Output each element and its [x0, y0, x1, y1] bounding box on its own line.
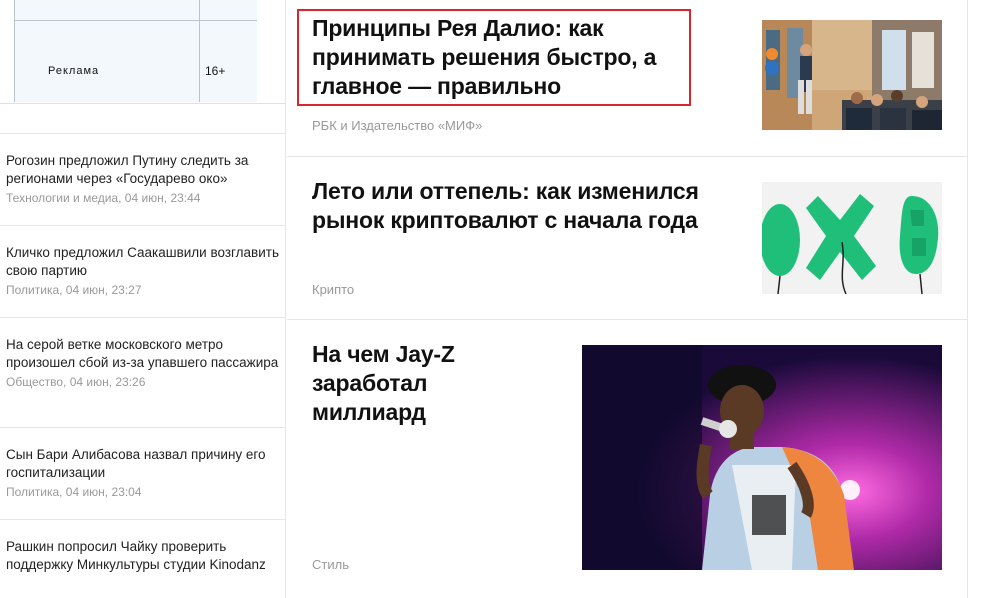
- article-thumbnail[interactable]: [582, 345, 942, 570]
- news-feed: Рогозин предложил Путину следить за реги…: [0, 133, 286, 598]
- news-item[interactable]: Рашкин попросил Чайку проверить поддержк…: [0, 520, 286, 598]
- news-meta: Политика, 04 июн, 23:27: [6, 283, 142, 297]
- article-source[interactable]: Стиль: [312, 557, 349, 572]
- article-card[interactable]: Принципы Рея Далио: как принимать решени…: [287, 0, 967, 157]
- main-feed: Принципы Рея Далио: как принимать решени…: [287, 0, 967, 598]
- office-presentation-image: [762, 20, 942, 130]
- article-title[interactable]: На чем Jay-Z заработал миллиард: [312, 340, 512, 427]
- article-thumbnail[interactable]: [762, 20, 942, 130]
- article-thumbnail[interactable]: [762, 182, 942, 294]
- news-title[interactable]: Сын Бари Алибасова назвал причину его го…: [6, 446, 280, 482]
- news-meta: Технологии и медиа, 04 июн, 23:44: [6, 191, 201, 205]
- left-sidebar: Реклама 16+ Рогозин предложил Путину сле…: [0, 0, 286, 598]
- news-item[interactable]: Рогозин предложил Путину следить за реги…: [0, 134, 286, 226]
- news-title[interactable]: Кличко предложил Саакашвили возглавить с…: [6, 244, 280, 280]
- news-item[interactable]: Кличко предложил Саакашвили возглавить с…: [0, 226, 286, 318]
- news-item[interactable]: Сын Бари Алибасова назвал причину его го…: [0, 428, 286, 520]
- news-meta: Общество, 04 июн, 23:26: [6, 375, 146, 389]
- article-card[interactable]: Лето или оттепель: как изменился рынок к…: [287, 158, 967, 320]
- divider: [0, 103, 286, 104]
- news-item[interactable]: На серой ветке московского метро произош…: [0, 318, 286, 428]
- article-card[interactable]: На чем Jay-Z заработал миллиард Стиль: [287, 321, 967, 598]
- news-title[interactable]: Рогозин предложил Путину следить за реги…: [6, 152, 280, 188]
- ad-grid-line: [14, 0, 15, 102]
- article-source[interactable]: РБК и Издательство «МИФ»: [312, 118, 482, 133]
- concert-performer-image: [582, 345, 942, 570]
- ad-label: Реклама: [48, 65, 100, 77]
- article-title[interactable]: Принципы Рея Далио: как принимать решени…: [312, 14, 692, 101]
- article-title[interactable]: Лето или оттепель: как изменился рынок к…: [312, 177, 732, 235]
- right-edge: [967, 0, 1002, 598]
- news-meta: Политика, 04 июн, 23:04: [6, 485, 142, 499]
- news-title[interactable]: На серой ветке московского метро произош…: [6, 336, 280, 372]
- news-title[interactable]: Рашкин попросил Чайку проверить поддержк…: [6, 538, 280, 574]
- ad-banner[interactable]: Реклама 16+: [14, 0, 257, 102]
- balloons-image: [762, 182, 942, 294]
- ad-age-rating: 16+: [205, 64, 226, 78]
- ad-grid-line: [199, 0, 200, 102]
- ad-grid-line: [14, 20, 257, 21]
- article-source[interactable]: Крипто: [312, 282, 354, 297]
